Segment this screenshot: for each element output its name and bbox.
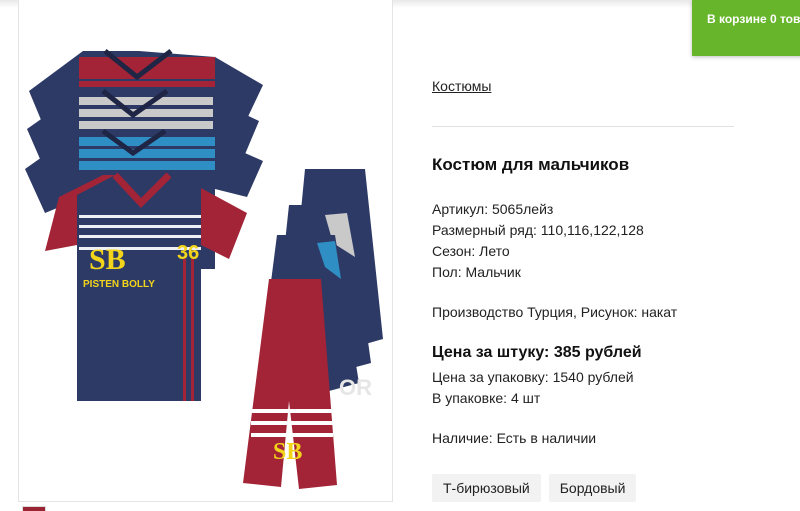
shirt-front: SB PISTEN BOLLY 36 bbox=[45, 172, 247, 401]
product-page: SB PISTEN BOLLY 36 SB OR В корзине 0 тов bbox=[0, 0, 800, 511]
image-thumbnail[interactable] bbox=[22, 506, 46, 511]
spec-origin: Производство Турция, Рисунок: накат bbox=[432, 304, 678, 320]
spec-season: Сезон: Лето bbox=[432, 243, 510, 259]
svg-text:SB: SB bbox=[89, 243, 126, 276]
pack-info: Цена за упаковку: 1540 рублей В упаковке… bbox=[432, 367, 634, 409]
color-option-burgundy[interactable]: Бордовый bbox=[548, 474, 637, 502]
shorts-stack: SB OR bbox=[243, 169, 383, 489]
breadcrumb-link[interactable]: Костюмы bbox=[432, 78, 491, 94]
spec-article: Артикул: 5065лейз bbox=[432, 201, 554, 217]
availability-status: Наличие: Есть в наличии bbox=[432, 430, 597, 446]
svg-text:PISTEN BOLLY: PISTEN BOLLY bbox=[83, 279, 155, 290]
product-image[interactable]: SB PISTEN BOLLY 36 SB OR bbox=[18, 0, 393, 502]
product-specs: Артикул: 5065лейз Размерный ряд: 110,116… bbox=[432, 199, 644, 283]
unit-price: Цена за штуку: 385 рублей bbox=[432, 344, 642, 361]
divider bbox=[432, 126, 734, 127]
svg-text:SB: SB bbox=[273, 439, 302, 465]
pack-price: Цена за упаковку: 1540 рублей bbox=[432, 369, 634, 385]
product-illustration: SB PISTEN BOLLY 36 SB OR bbox=[25, 49, 383, 489]
product-title: Костюм для мальчиков bbox=[432, 155, 630, 174]
color-option-turquoise[interactable]: Т-бирюзовый bbox=[432, 474, 541, 502]
spec-sizes: Размерный ряд: 110,116,122,128 bbox=[432, 222, 644, 238]
svg-text:36: 36 bbox=[177, 242, 199, 264]
cart-badge[interactable]: В корзине 0 товаров bbox=[692, 0, 800, 56]
cart-status-text: В корзине 0 товаров bbox=[707, 12, 800, 26]
pack-count: В упаковке: 4 шт bbox=[432, 390, 541, 406]
svg-text:OR: OR bbox=[339, 375, 372, 400]
color-options: Т-бирюзовый Бордовый bbox=[432, 474, 637, 502]
spec-gender: Пол: Мальчик bbox=[432, 264, 521, 280]
